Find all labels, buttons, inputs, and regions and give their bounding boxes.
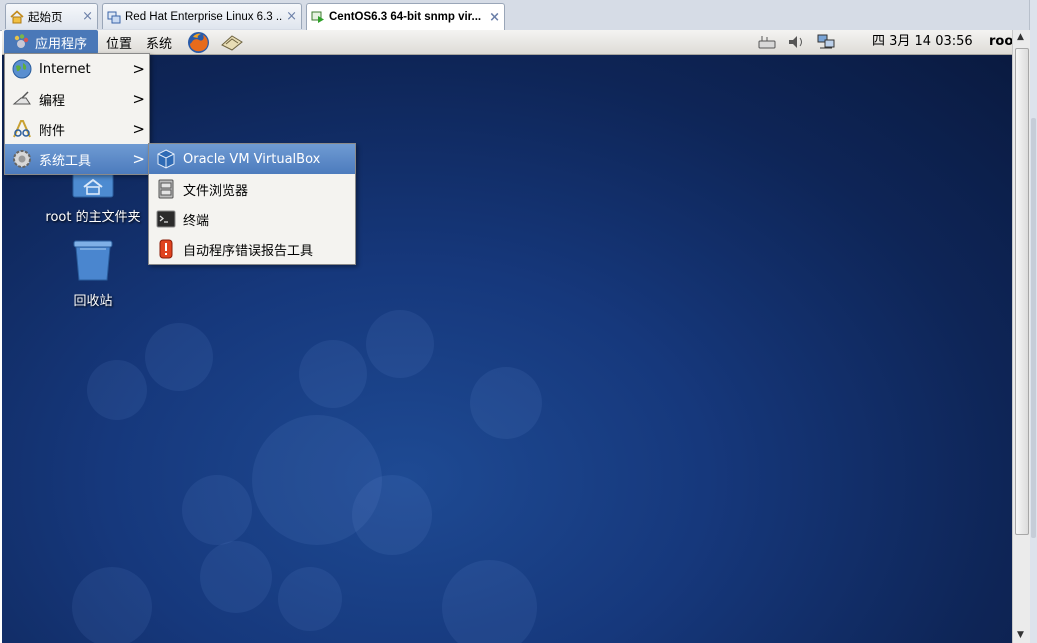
gnome-foot-icon <box>14 34 29 48</box>
menu-item-label: Internet <box>39 61 91 77</box>
menu-item-label: Oracle VM VirtualBox <box>183 151 321 167</box>
tab-label: CentOS6.3 64-bit snmp vir... <box>329 11 482 23</box>
menu-item-programming[interactable]: 编程 > <box>5 84 149 114</box>
wallpaper-bokeh <box>470 367 542 439</box>
menu-item-label: 文件浏览器 <box>183 183 249 199</box>
menu-item-virtualbox[interactable]: Oracle VM VirtualBox <box>149 144 355 174</box>
system-label: 系统 <box>146 36 173 52</box>
submenu-arrow-icon: > <box>132 90 145 108</box>
virtualbox-icon <box>157 149 175 169</box>
wallpaper-bokeh <box>72 567 152 643</box>
globe-icon <box>12 59 32 79</box>
menu-item-file-browser[interactable]: 文件浏览器 <box>149 174 355 204</box>
terminal-icon <box>156 210 176 228</box>
wallpaper-bokeh <box>182 475 252 545</box>
places-menu[interactable]: 位置 <box>106 30 132 54</box>
wallpaper-bokeh <box>278 567 342 631</box>
tab-centos[interactable]: CentOS6.3 64-bit snmp vir... × <box>306 3 505 30</box>
close-icon[interactable]: × <box>489 10 500 25</box>
menu-item-label: 自动程序错误报告工具 <box>183 243 314 259</box>
accessories-icon <box>13 120 31 138</box>
submenu-arrow-icon: > <box>132 120 145 138</box>
places-label: 位置 <box>106 36 133 52</box>
menu-item-internet[interactable]: Internet > <box>5 54 149 84</box>
window-edge <box>1029 0 1037 643</box>
network-tray-icon[interactable] <box>757 33 777 51</box>
firefox-icon[interactable] <box>187 31 210 54</box>
system-menu[interactable]: 系统 <box>146 30 172 54</box>
applications-dropdown: Internet > 编程 > 附件 > 系统工具 > <box>4 53 150 175</box>
system-tools-icon <box>13 150 31 168</box>
system-tools-submenu: Oracle VM VirtualBox 文件浏览器 终端 自动程序错误报告工具 <box>148 143 356 265</box>
tab-start-page[interactable]: 起始页 × <box>5 3 98 29</box>
mail-client-icon[interactable] <box>220 33 244 52</box>
wallpaper-bokeh <box>442 560 537 643</box>
menu-item-label: 终端 <box>183 213 210 229</box>
menu-item-terminal[interactable]: 终端 <box>149 204 355 234</box>
wallpaper-bokeh <box>366 310 434 378</box>
menu-item-bug-report[interactable]: 自动程序错误报告工具 <box>149 234 355 264</box>
scroll-up-icon[interactable]: ▲ <box>1017 32 1024 42</box>
outer-scroll-thumb[interactable] <box>1031 118 1036 538</box>
tab-bar: 起始页 × Red Hat Enterprise Linux 6.3 ... ×… <box>0 0 1029 31</box>
menu-item-system-tools[interactable]: 系统工具 > <box>5 144 149 174</box>
volume-icon[interactable] <box>786 33 806 51</box>
wallpaper-bokeh <box>352 475 432 555</box>
close-icon[interactable]: × <box>286 9 297 24</box>
submenu-arrow-icon: > <box>132 60 145 78</box>
bug-report-icon <box>159 239 173 259</box>
clock[interactable]: 四 3月 14 03:56 <box>872 30 973 54</box>
programming-icon <box>12 91 31 105</box>
wallpaper-bokeh <box>145 323 213 391</box>
menu-item-label: 附件 <box>39 123 66 139</box>
scroll-thumb[interactable] <box>1015 48 1029 535</box>
home-icon <box>10 9 24 23</box>
wallpaper-bokeh <box>87 360 147 420</box>
vertical-scrollbar[interactable]: ▲ ▼ <box>1012 30 1030 643</box>
network-monitor-icon[interactable] <box>816 33 836 51</box>
wallpaper-bokeh <box>200 541 272 613</box>
home-folder-icon <box>72 173 114 198</box>
wallpaper-bokeh <box>299 340 367 408</box>
trash-icon <box>73 240 113 281</box>
menu-item-label: 编程 <box>39 93 66 109</box>
vm-running-icon <box>311 11 324 23</box>
applications-label: 应用程序 <box>35 36 88 52</box>
close-icon[interactable]: × <box>82 9 93 24</box>
desktop-icon-home[interactable]: root 的主文件夹 <box>38 173 148 225</box>
tab-label: Red Hat Enterprise Linux 6.3 ... <box>125 10 283 23</box>
applications-menu[interactable]: 应用程序 <box>4 30 98 54</box>
desktop-icon-trash[interactable]: 回收站 <box>58 240 128 309</box>
scroll-down-icon[interactable]: ▼ <box>1017 630 1024 640</box>
desktop-icon-label: 回收站 <box>73 294 113 309</box>
vm-network-icon <box>107 11 121 23</box>
desktop-icon-label: root 的主文件夹 <box>45 210 141 225</box>
file-cabinet-icon <box>158 179 174 199</box>
tab-label: 起始页 <box>28 11 63 24</box>
menu-item-accessories[interactable]: 附件 > <box>5 114 149 144</box>
submenu-arrow-icon: > <box>132 150 145 168</box>
menu-item-label: 系统工具 <box>39 153 92 169</box>
user-menu[interactable]: root <box>989 30 1012 54</box>
top-panel: 应用程序 位置 系统 四 3月 14 03:56 root <box>2 30 1012 55</box>
tab-rhel[interactable]: Red Hat Enterprise Linux 6.3 ... × <box>102 3 302 29</box>
